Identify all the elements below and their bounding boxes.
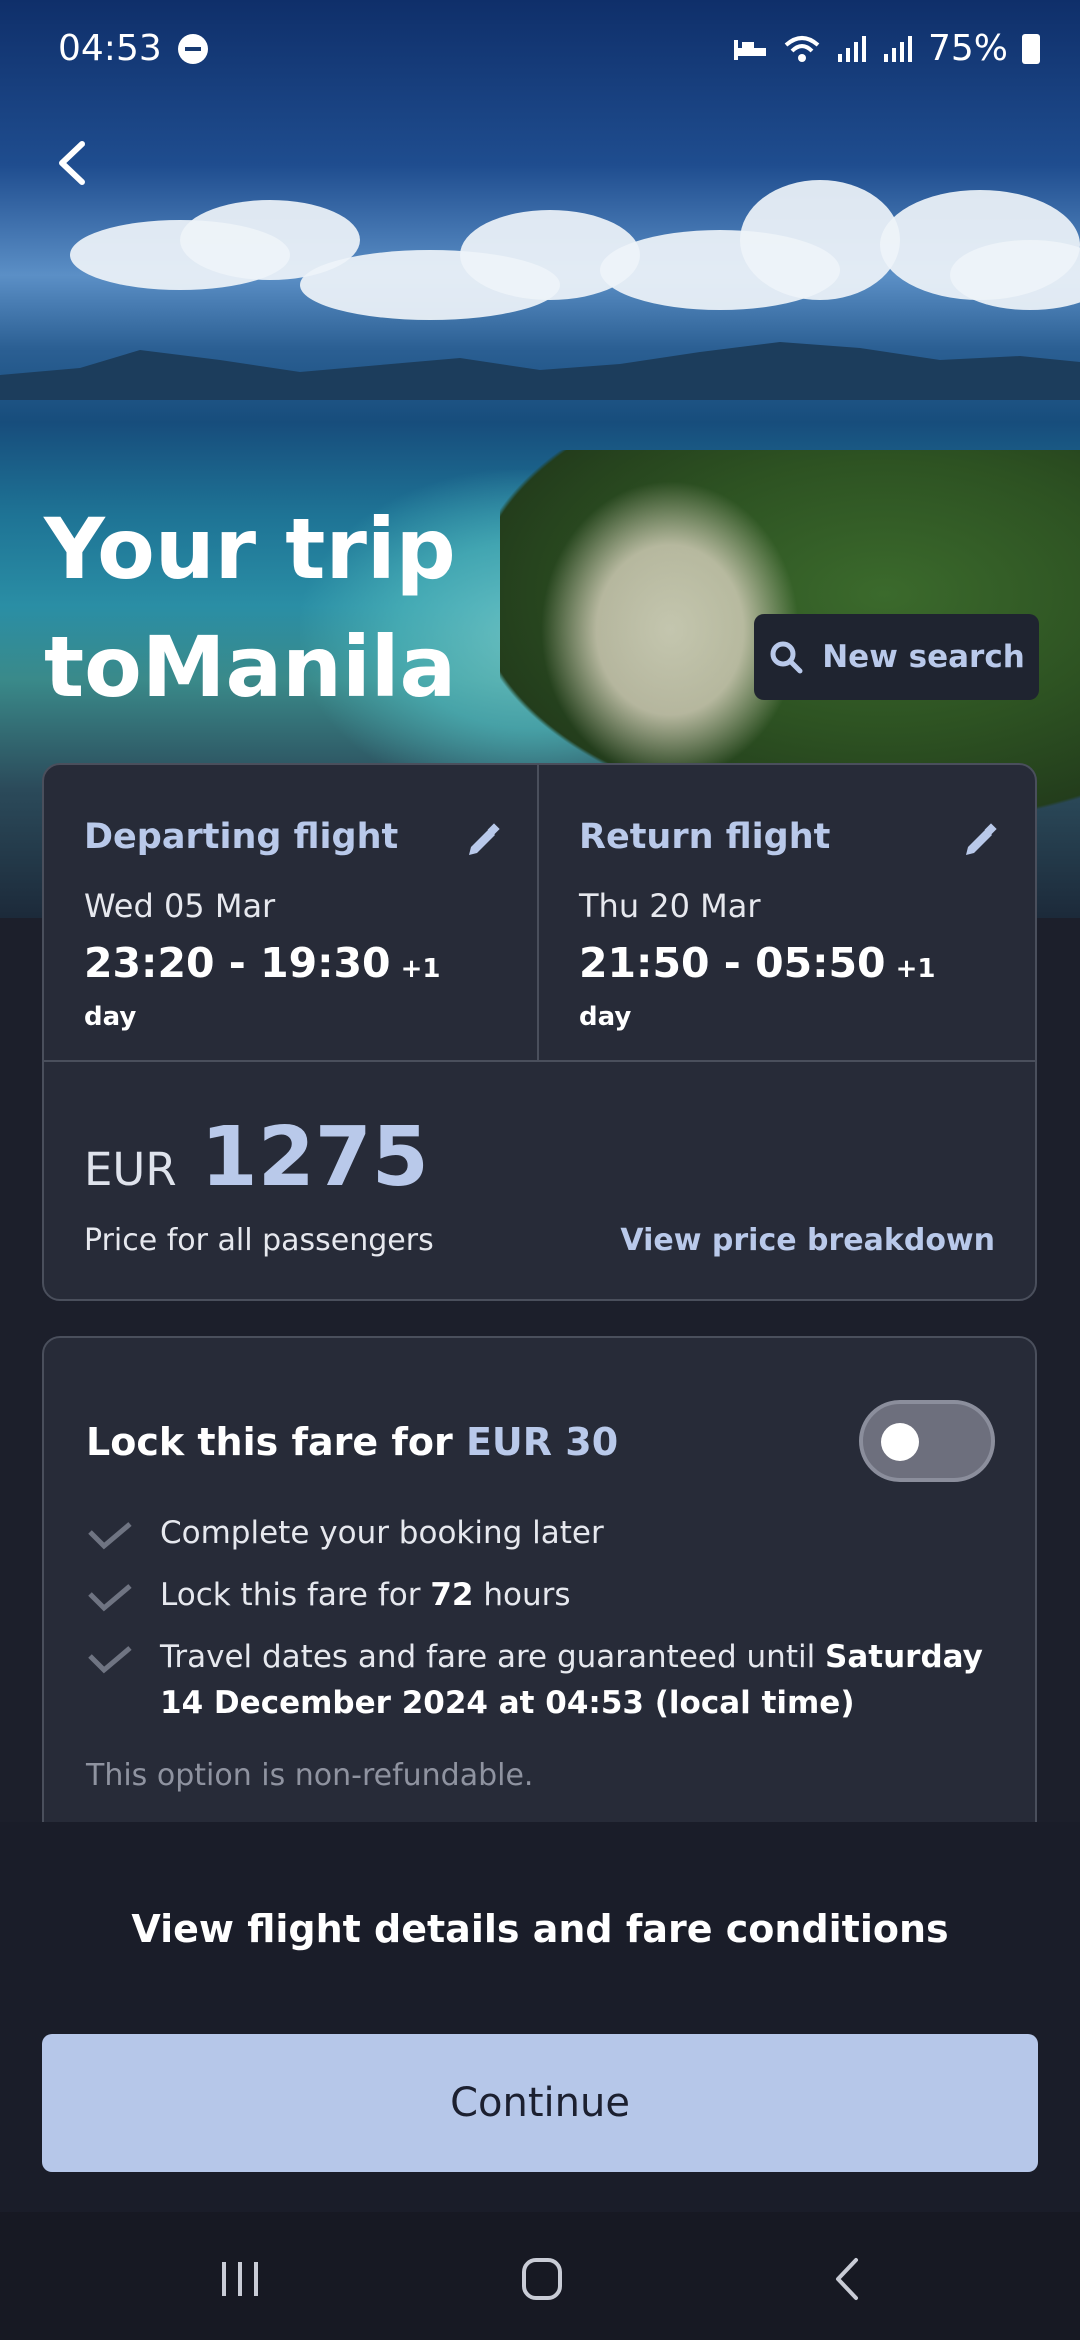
- price-total: EUR 1275: [84, 1110, 429, 1205]
- departing-times: 23:20 - 19:30 +1 day: [84, 939, 497, 1035]
- lock-title-prefix: Lock this fare for: [86, 1420, 466, 1464]
- title-line-2: toManila: [44, 618, 457, 716]
- signal-icon: [837, 35, 866, 62]
- do-not-disturb-icon: [178, 34, 208, 64]
- benefit-text-part: Travel dates and fare are guaranteed unt…: [160, 1639, 826, 1675]
- benefit-item: Complete your booking later: [86, 1510, 986, 1556]
- view-flight-details-link[interactable]: View flight details and fare conditions: [0, 1907, 1080, 1951]
- return-time-range: 21:50 - 05:50: [579, 939, 886, 987]
- benefit-text: Lock this fare for 72 hours: [160, 1572, 986, 1618]
- signal-icon: [883, 35, 912, 62]
- title-line-1: Your trip: [44, 500, 456, 598]
- benefit-item: Travel dates and fare are guaranteed unt…: [86, 1634, 986, 1726]
- page-title: Your trip toManila: [44, 490, 456, 726]
- check-icon: [88, 1584, 132, 1612]
- battery-icon: [1022, 33, 1040, 64]
- new-search-button[interactable]: New search: [754, 614, 1039, 700]
- new-search-label: New search: [822, 639, 1025, 675]
- battery-percent: 75%: [927, 28, 1008, 69]
- lock-fare-title: Lock this fare for EUR 30: [86, 1420, 618, 1464]
- search-icon: [770, 641, 803, 674]
- departing-date: Wed 05 Mar: [84, 887, 276, 925]
- pencil-icon[interactable]: [463, 821, 503, 861]
- lock-title-price: EUR 30: [465, 1420, 619, 1464]
- bottom-action-panel: View flight details and fare conditions …: [0, 1822, 1080, 2212]
- divider: [44, 1060, 1035, 1062]
- return-times: 21:50 - 05:50 +1 day: [579, 939, 994, 1035]
- wifi-icon: [784, 35, 820, 62]
- status-bar: 04:53 75%: [58, 28, 1040, 78]
- benefit-item: Lock this fare for 72 hours: [86, 1572, 986, 1618]
- nav-back-icon[interactable]: [818, 2254, 878, 2304]
- lock-fare-toggle[interactable]: [859, 1400, 995, 1482]
- benefit-text-part: Lock this fare for: [160, 1577, 431, 1613]
- price-currency: EUR: [84, 1143, 177, 1196]
- system-navigation-bar: [0, 2212, 1080, 2340]
- trip-summary-card: Departing flight Wed 05 Mar 23:20 - 19:3…: [42, 763, 1037, 1301]
- view-price-breakdown-link[interactable]: View price breakdown: [620, 1223, 995, 1258]
- toggle-knob: [881, 1423, 919, 1461]
- back-arrow-icon[interactable]: [52, 138, 92, 188]
- recent-apps-icon[interactable]: [210, 2254, 270, 2304]
- continue-button[interactable]: Continue: [42, 2034, 1038, 2172]
- benefit-text: Complete your booking later: [160, 1515, 604, 1551]
- departing-time-range: 23:20 - 19:30: [84, 939, 391, 987]
- status-time: 04:53: [58, 28, 162, 69]
- return-date: Thu 20 Mar: [579, 887, 761, 925]
- pencil-icon[interactable]: [960, 821, 1000, 861]
- check-icon: [88, 1522, 132, 1550]
- check-icon: [88, 1646, 132, 1674]
- departing-flight-section[interactable]: Departing flight Wed 05 Mar 23:20 - 19:3…: [44, 765, 539, 1060]
- price-amount: 1275: [200, 1110, 429, 1205]
- home-icon[interactable]: [512, 2254, 572, 2304]
- benefit-text-part: hours: [473, 1577, 571, 1613]
- sleep-mode-icon: [733, 39, 766, 60]
- benefit-text: Travel dates and fare are guaranteed unt…: [160, 1634, 986, 1726]
- lock-fare-card: Lock this fare for EUR 30 Complete your …: [42, 1336, 1037, 1856]
- return-flight-section[interactable]: Return flight Thu 20 Mar 21:50 - 05:50 +1…: [539, 765, 1034, 1060]
- return-flight-label: Return flight: [579, 817, 831, 857]
- non-refundable-note: This option is non-refundable.: [86, 1758, 534, 1793]
- price-note: Price for all passengers: [84, 1223, 434, 1258]
- departing-flight-label: Departing flight: [84, 817, 399, 857]
- mountains: [0, 342, 1080, 400]
- benefit-hours: 72: [430, 1577, 474, 1613]
